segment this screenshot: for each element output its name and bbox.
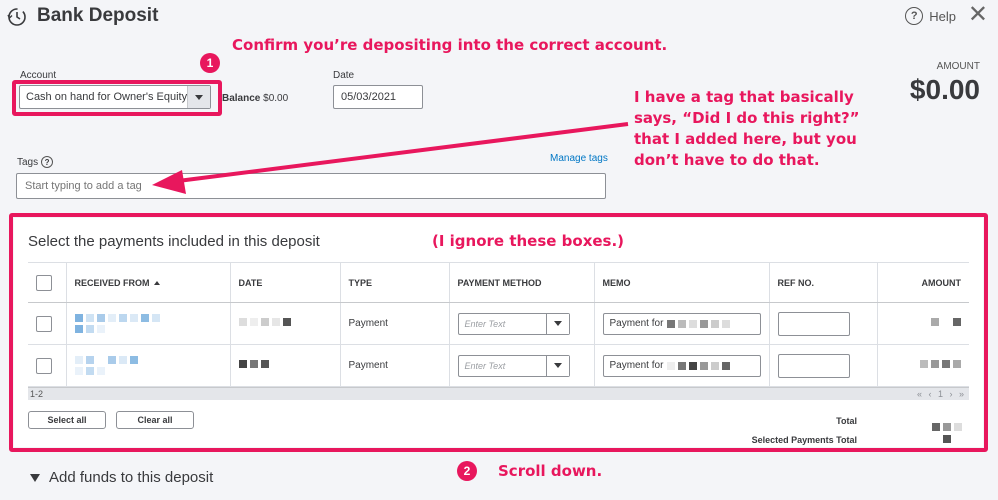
date-field[interactable]: 05/03/2021: [333, 85, 423, 109]
help-button[interactable]: ? Help: [905, 7, 956, 25]
amount-total: $0.00: [909, 74, 980, 105]
step-badge-1: 1: [200, 53, 220, 73]
triangle-down-icon: [30, 473, 40, 482]
balance-label: Balance: [222, 93, 261, 104]
annotation-confirm-account: Confirm you’re depositing into the corre…: [232, 36, 668, 54]
date-label: Date: [333, 70, 355, 81]
balance-value: $0.00: [263, 93, 289, 104]
account-highlight: [12, 80, 222, 116]
amount-label: AMOUNT: [936, 61, 980, 72]
help-icon: ?: [905, 7, 924, 25]
tags-label: Tags: [17, 156, 39, 168]
close-icon[interactable]: ✕: [968, 3, 988, 27]
deposit-icon: [7, 8, 26, 26]
tags-input[interactable]: [16, 173, 606, 199]
tags-label-group: Tags ?: [17, 156, 54, 168]
add-funds-toggle[interactable]: Add funds to this deposit: [30, 469, 213, 486]
payments-highlight: [9, 213, 988, 452]
annotation-scroll-down: Scroll down.: [498, 462, 603, 480]
help-label: Help: [929, 8, 956, 24]
annotation-tag-note: I have a tag that basically says, “Did I…: [634, 88, 860, 169]
add-funds-label: Add funds to this deposit: [49, 469, 214, 486]
balance: Balance $0.00: [222, 93, 288, 104]
question-icon[interactable]: ?: [41, 156, 54, 168]
manage-tags-link[interactable]: Manage tags: [550, 153, 608, 164]
step-badge-2: 2: [457, 461, 477, 481]
page-title: Bank Deposit: [37, 5, 159, 26]
